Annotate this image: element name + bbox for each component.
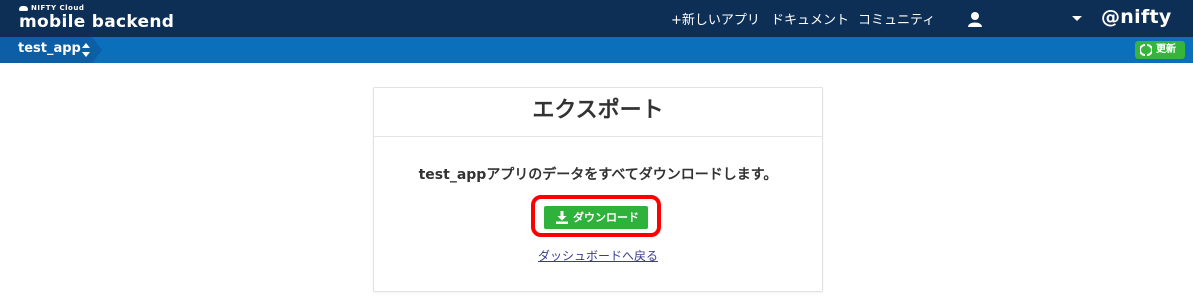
user-icon[interactable] [967,11,983,27]
export-description: test_appアプリのデータをすべてダウンロードします。 [418,167,778,183]
chevron-down-icon[interactable] [1072,16,1082,21]
top-navbar: NIFTY Cloud mobile backend +新しいアプリ ドキュメン… [0,0,1193,37]
cloud-icon [19,5,28,11]
sort-updown-icon [82,43,90,57]
back-to-dashboard-link[interactable]: ダッシュボードへ戻る [374,247,822,264]
app-selector[interactable]: test_app [0,37,92,63]
download-button[interactable]: ダウンロード [544,206,648,229]
refresh-button[interactable]: 更新 [1135,41,1185,59]
download-icon [556,211,568,224]
nifty-logo[interactable]: @nifty [1101,6,1172,28]
page-title: エクスポート [374,88,822,137]
nav-community[interactable]: コミュニティ [858,9,935,28]
brand-logo[interactable]: NIFTY Cloud mobile backend [19,4,174,32]
export-panel: エクスポート test_appアプリのデータをすべてダウンロードします。 ダウン… [373,87,823,292]
sub-navbar: test_app [0,37,1193,63]
brand-small-label: NIFTY Cloud [31,4,85,12]
brand-main-text: mobile backend [19,12,175,32]
refresh-icon [1140,44,1152,56]
download-label: ダウンロード [573,211,639,224]
brand-small-text: NIFTY Cloud [19,4,174,12]
refresh-label: 更新 [1156,44,1176,55]
breadcrumb-arrow [92,37,102,63]
nav-documents[interactable]: ドキュメント [771,9,849,28]
nav-new-app[interactable]: +新しいアプリ [671,9,760,28]
app-name: test_app [18,41,81,56]
